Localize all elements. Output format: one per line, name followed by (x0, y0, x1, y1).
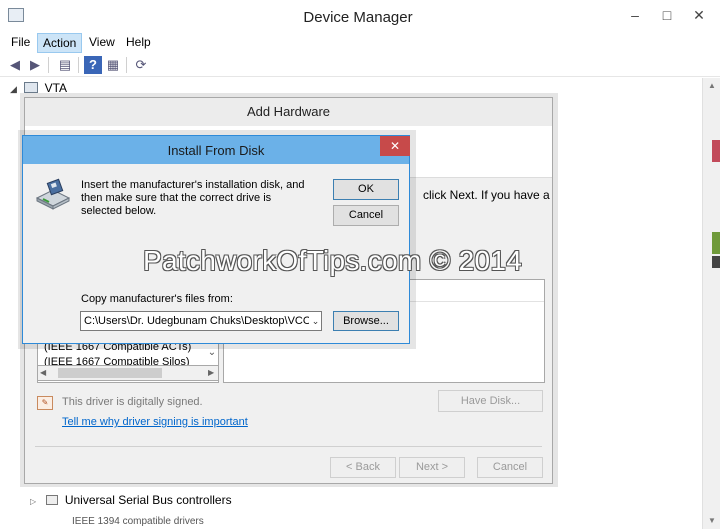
certificate-icon: ✎ (37, 396, 53, 410)
driver-signing-link[interactable]: Tell me why driver signing is important (62, 416, 248, 428)
chevron-down-icon[interactable]: ⌄ (309, 312, 321, 330)
forward-arrow-icon[interactable]: ▶ (26, 56, 44, 74)
background-window-fragment (712, 256, 720, 268)
scan-hardware-icon[interactable]: ⟳ (132, 56, 150, 74)
dialog-title: Install From Disk (167, 143, 265, 158)
expand-arrow-icon[interactable]: ▷ (30, 497, 36, 506)
path-value: C:\Users\Dr. Udegbunam Chuks\Desktop\VCO… (84, 315, 322, 327)
dialog-title: Add Hardware (246, 104, 331, 119)
add-hardware-titlebar: Add Hardware (25, 98, 552, 126)
ok-button[interactable]: OK (333, 179, 399, 200)
copy-from-label: Copy manufacturer's files from: (81, 293, 233, 305)
menu-action[interactable]: Action (37, 33, 83, 53)
instruction-text: Insert the manufacturer's installation d… (81, 179, 305, 217)
tree-item-label: IEEE 1394 compatible drivers (72, 516, 204, 527)
menu-help[interactable]: Help (121, 33, 156, 53)
scroll-right-icon[interactable]: ▶ (208, 366, 214, 380)
scrollbar-thumb[interactable] (58, 368, 162, 378)
toolbar-divider (78, 57, 79, 73)
tree-item-ieee[interactable]: IEEE 1394 compatible drivers (72, 514, 204, 529)
properties-icon[interactable]: ▤ (56, 56, 74, 74)
scroll-left-icon[interactable]: ◀ (40, 366, 46, 380)
install-from-disk-titlebar: Install From Disk ✕ (23, 136, 410, 164)
watermark-text: PatchworkOfTips.com © 2014 (143, 245, 523, 276)
menu-view[interactable]: View (84, 33, 120, 53)
tree-item-usb[interactable]: ▷ Universal Serial Bus controllers (30, 492, 232, 508)
collapse-arrow-icon[interactable]: ◢ (10, 84, 17, 94)
menu-file[interactable]: File (6, 33, 35, 53)
help-icon[interactable]: ? (84, 56, 102, 74)
menu-bar: File Action View Help (0, 33, 720, 53)
toolbar-divider (126, 57, 127, 73)
signed-status-text: This driver is digitally signed. (62, 396, 203, 408)
path-combobox[interactable]: C:\Users\Dr. Udegbunam Chuks\Desktop\VCO… (80, 311, 322, 331)
toolbar-divider (48, 57, 49, 73)
toolbar: ◀ ▶ ▤ ? ▦ ⟳ (0, 53, 720, 77)
maximize-icon[interactable]: □ (654, 4, 680, 26)
install-from-disk-dialog: Install From Disk ✕ Insert the manufactu… (22, 135, 410, 344)
window-title: Device Manager (303, 9, 413, 26)
background-window-fragment (712, 140, 720, 162)
back-arrow-icon[interactable]: ◀ (6, 56, 24, 74)
next-button[interactable]: Next > (399, 457, 465, 478)
cancel-button[interactable]: Cancel (477, 457, 543, 478)
usb-icon (45, 495, 58, 505)
background-window-fragment (712, 232, 720, 254)
minimize-icon[interactable]: – (622, 4, 648, 26)
close-icon[interactable]: ✕ (380, 136, 410, 156)
computer-icon (24, 82, 39, 93)
divider (35, 446, 542, 447)
close-icon[interactable]: ✕ (686, 4, 712, 26)
scroll-down-icon[interactable]: ▼ (703, 513, 720, 529)
cancel-button[interactable]: Cancel (333, 205, 399, 226)
back-button[interactable]: < Back (330, 457, 396, 478)
tree-item-label: Universal Serial Bus controllers (64, 493, 232, 507)
scroll-up-icon[interactable]: ▲ (703, 78, 720, 94)
disk-drive-icon (35, 178, 71, 210)
browse-button[interactable]: Browse... (333, 311, 399, 331)
device-manager-titlebar: Device Manager – □ ✕ (0, 0, 720, 33)
wizard-intro-text: click Next. If you have a (423, 188, 550, 202)
have-disk-button[interactable]: Have Disk... (438, 390, 543, 412)
details-pane-icon[interactable]: ▦ (104, 56, 122, 74)
horizontal-scrollbar[interactable]: ◀ ▶ (37, 365, 219, 381)
